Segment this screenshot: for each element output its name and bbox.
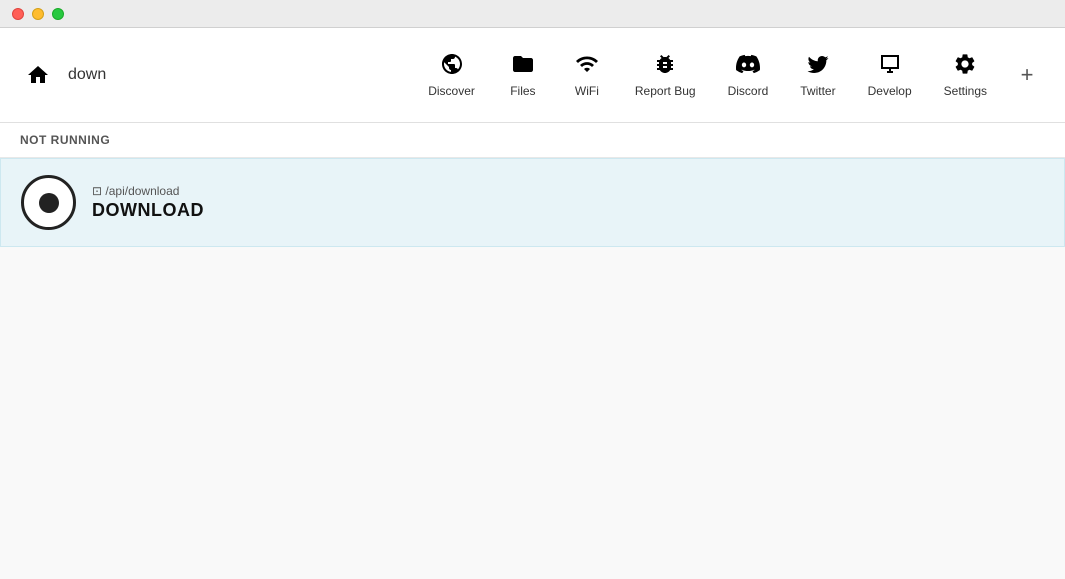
nav-item-twitter[interactable]: Twitter <box>786 44 849 106</box>
close-button[interactable] <box>12 8 24 20</box>
minimize-button[interactable] <box>32 8 44 20</box>
app-window: down Discover Files <box>0 28 1065 579</box>
record-icon <box>21 175 76 230</box>
wifi-icon <box>575 52 599 80</box>
bug-icon <box>653 52 677 80</box>
discover-label: Discover <box>428 84 475 98</box>
download-info: ⊡ /api/download DOWNLOAD <box>92 184 204 221</box>
nav-item-discord[interactable]: Discord <box>714 44 783 106</box>
nav-item-wifi[interactable]: WiFi <box>557 44 617 106</box>
titlebar <box>0 0 1065 28</box>
twitter-label: Twitter <box>800 84 835 98</box>
twitter-icon <box>806 52 830 80</box>
develop-label: Develop <box>868 84 912 98</box>
status-text: NOT RUNNING <box>20 133 110 147</box>
record-inner-dot <box>39 193 59 213</box>
navbar: down Discover Files <box>0 28 1065 123</box>
maximize-button[interactable] <box>52 8 64 20</box>
settings-label: Settings <box>944 84 987 98</box>
nav-right: Discover Files WiFi <box>414 44 1045 106</box>
download-title: DOWNLOAD <box>92 200 204 221</box>
develop-icon <box>878 52 902 80</box>
nav-item-discover[interactable]: Discover <box>414 44 489 106</box>
files-label: Files <box>510 84 535 98</box>
wifi-label: WiFi <box>575 84 599 98</box>
gear-icon <box>953 52 977 80</box>
nav-item-settings[interactable]: Settings <box>930 44 1001 106</box>
download-item[interactable]: ⊡ /api/download DOWNLOAD <box>0 158 1065 247</box>
nav-left: down <box>20 57 106 93</box>
nav-item-files[interactable]: Files <box>493 44 553 106</box>
nav-item-report-bug[interactable]: Report Bug <box>621 44 710 106</box>
server-name: down <box>68 66 106 84</box>
report-bug-label: Report Bug <box>635 84 696 98</box>
home-button[interactable] <box>20 57 56 93</box>
globe-icon <box>440 52 464 80</box>
discord-icon <box>736 52 760 80</box>
status-bar: NOT RUNNING <box>0 123 1065 158</box>
folder-icon <box>511 52 535 80</box>
nav-item-develop[interactable]: Develop <box>854 44 926 106</box>
discord-label: Discord <box>728 84 769 98</box>
download-path: ⊡ /api/download <box>92 184 204 198</box>
main-content: ⊡ /api/download DOWNLOAD <box>0 158 1065 579</box>
add-button[interactable]: + <box>1009 57 1045 93</box>
